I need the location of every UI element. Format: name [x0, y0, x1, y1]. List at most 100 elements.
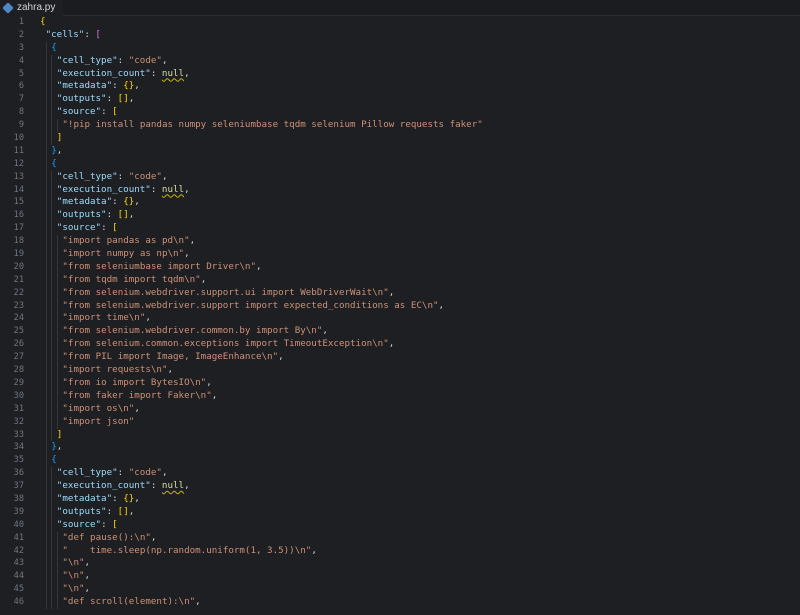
- code-line[interactable]: 19 "import numpy as np\n",: [0, 248, 800, 261]
- code-token: ,: [184, 183, 190, 195]
- code-text: "def pause():\n",: [62, 532, 156, 545]
- tab-zahra-py[interactable]: zahra.py: [0, 0, 64, 16]
- indent-guide: [51, 299, 53, 313]
- code-line[interactable]: 4 "cell_type": "code",: [0, 54, 800, 68]
- code-line[interactable]: 37 "execution_count": null,: [0, 480, 800, 493]
- code-line[interactable]: 20 "from seleniumbase import Driver\n",: [0, 260, 800, 274]
- code-line[interactable]: 21 "from tqdm import tqdm\n",: [0, 273, 800, 287]
- code-line[interactable]: 34},: [0, 441, 800, 455]
- code-line[interactable]: 24 "import time\n",: [0, 312, 800, 326]
- code-line[interactable]: 42 " time.sleep(np.random.uniform(1, 3.5)…: [0, 544, 800, 558]
- code-token: "source": [56, 518, 102, 530]
- code-text: "\n",: [62, 570, 90, 583]
- indent-guide: [45, 467, 47, 481]
- code-line[interactable]: 8 "source": [: [0, 106, 800, 120]
- code-token: :: [150, 183, 162, 195]
- code-text: "\n",: [62, 557, 90, 570]
- code-text: "execution_count": null,: [57, 480, 190, 493]
- code-line[interactable]: 12 {: [0, 157, 800, 171]
- code-line[interactable]: 27 "from PIL import Image, ImageEnhance\n…: [0, 351, 800, 365]
- code-token: ,: [388, 338, 395, 350]
- code-line[interactable]: 38 "metadata": {},: [0, 492, 800, 506]
- code-line[interactable]: 16 "outputs": [],: [0, 209, 800, 223]
- code-text: "import requests\n",: [62, 364, 173, 377]
- indent-guide: [51, 54, 53, 68]
- code-line[interactable]: 29 "from io import BytesIO\n",: [0, 376, 800, 390]
- code-line[interactable]: 46 "def scroll(element):\n",: [0, 596, 800, 609]
- code-token: ,: [167, 364, 174, 376]
- code-line[interactable]: 2 "cells": [: [0, 29, 800, 42]
- code-line[interactable]: 1{: [0, 16, 800, 29]
- code-line[interactable]: 18 "import pandas as pd\n",: [0, 235, 800, 249]
- indent-guide: [51, 93, 53, 107]
- code-line[interactable]: 31 "import os\n",: [0, 402, 800, 416]
- code-line[interactable]: 10]: [0, 132, 800, 145]
- code-line[interactable]: 33]: [0, 428, 800, 442]
- code-token: ,: [195, 596, 201, 608]
- code-line[interactable]: 9 "!pip install pandas numpy seleniumbase…: [0, 119, 800, 133]
- code-editor[interactable]: 1{2 "cells": [3{4 "cell_type": "code", 5 "ex…: [0, 16, 800, 615]
- code-line[interactable]: 36 "cell_type": "code",: [0, 467, 800, 481]
- indent-guide: [45, 132, 47, 145]
- indent-guide: [45, 54, 47, 68]
- code-token: :: [117, 467, 129, 479]
- code-text: "def scroll(element):\n",: [62, 596, 200, 609]
- code-token: "from io import BytesIO\n": [62, 376, 207, 388]
- indent-guide: [51, 196, 53, 210]
- code-line[interactable]: 13 "cell_type": "code",: [0, 170, 800, 184]
- code-line[interactable]: 45 "\n",: [0, 583, 800, 597]
- code-line[interactable]: 28 "import requests\n",: [0, 364, 800, 377]
- code-token: ,: [206, 376, 212, 388]
- code-token: :: [101, 518, 113, 530]
- line-number: 10: [13, 133, 24, 144]
- code-text: "import time\n",: [62, 312, 151, 325]
- code-line[interactable]: 14 "execution_count": null,: [0, 183, 800, 197]
- code-line[interactable]: 15 "metadata": {},: [0, 196, 800, 210]
- code-line[interactable]: 23 "from selenium.webdriver.support impor…: [0, 299, 800, 313]
- code-line[interactable]: 17 "source": [: [0, 222, 800, 236]
- indent-guide: [56, 544, 58, 558]
- line-number: 40: [13, 519, 24, 530]
- code-line[interactable]: 3{: [0, 41, 800, 55]
- code-token: ,: [128, 505, 135, 517]
- code-line[interactable]: 32 "import json": [0, 415, 800, 429]
- line-number: 22: [13, 287, 24, 298]
- code-line[interactable]: 39 "outputs": [],: [0, 505, 800, 519]
- code-text: {: [40, 16, 46, 29]
- indent-guide: [45, 544, 47, 558]
- code-line[interactable]: 30 "from faker import Faker\n",: [0, 389, 800, 403]
- line-number: 3: [18, 42, 24, 53]
- indent-guide: [51, 106, 53, 120]
- code-token: [: [95, 28, 101, 40]
- code-line[interactable]: 6 "metadata": {},: [0, 80, 800, 94]
- indent-guide: [45, 260, 47, 274]
- code-token: {: [40, 16, 46, 27]
- indent-guide: [56, 389, 58, 403]
- code-line[interactable]: 7 "outputs": [],: [0, 93, 800, 107]
- code-token: ,: [145, 312, 151, 324]
- code-token: {: [51, 454, 57, 466]
- code-line[interactable]: 35 {: [0, 454, 800, 468]
- indent-guide: [51, 325, 53, 339]
- code-line[interactable]: 40 "source": [: [0, 518, 800, 532]
- code-line[interactable]: 11},: [0, 144, 800, 158]
- indent-guide: [45, 376, 47, 390]
- tab-label: zahra.py: [17, 2, 56, 13]
- code-line[interactable]: 26 "from selenium.common.exceptions impor…: [0, 338, 800, 352]
- code-line[interactable]: 5 "execution_count": null,: [0, 67, 800, 81]
- code-text: "\n",: [62, 583, 90, 596]
- code-token: ,: [84, 583, 91, 595]
- code-line[interactable]: 25 "from selenium.webdriver.common.by imp…: [0, 325, 800, 339]
- code-text: "outputs": [],: [57, 93, 135, 106]
- code-token: ,: [134, 492, 140, 504]
- indent-guide: [56, 570, 58, 584]
- indent-guide: [51, 67, 53, 81]
- indent-guide: [45, 492, 47, 506]
- line-number: 42: [13, 545, 24, 556]
- line-number: 27: [13, 352, 24, 363]
- code-token: ,: [134, 80, 140, 92]
- code-line[interactable]: 44 "\n",: [0, 570, 800, 584]
- code-line[interactable]: 43 "\n",: [0, 557, 800, 571]
- code-line[interactable]: 41 "def pause():\n",: [0, 531, 800, 545]
- code-line[interactable]: 22 "from selenium.webdriver.support.ui im…: [0, 286, 800, 300]
